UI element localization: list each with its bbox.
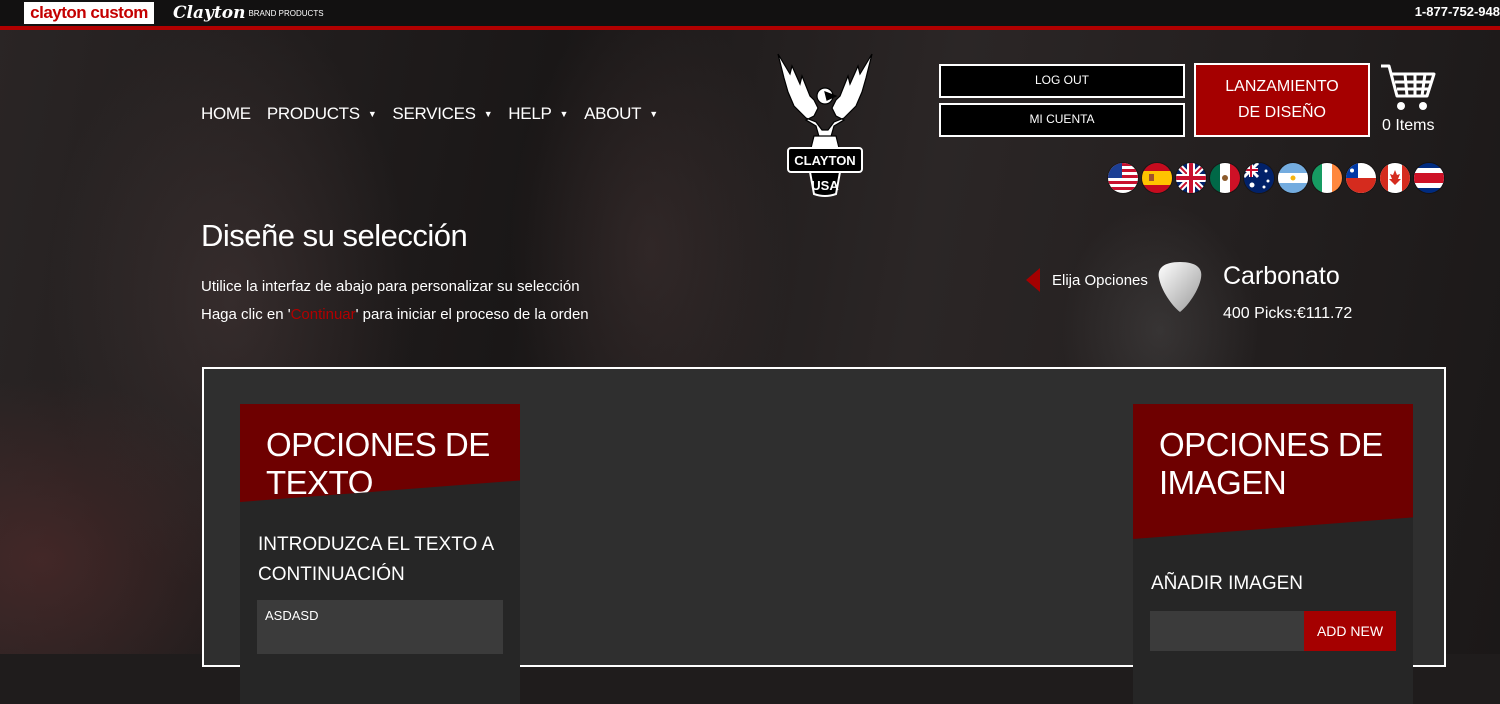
language-flags bbox=[1108, 163, 1444, 193]
image-file-input[interactable] bbox=[1150, 611, 1304, 651]
back-arrow-icon[interactable] bbox=[1026, 268, 1040, 292]
logo-name-text: CLAYTON bbox=[794, 153, 855, 168]
intro-line-1: Utilice la interfaz de abajo para person… bbox=[201, 278, 580, 295]
caret-down-icon: ▼ bbox=[367, 109, 377, 119]
my-account-button[interactable]: MI CUENTA bbox=[939, 103, 1185, 137]
nav-help[interactable]: HELP ▼ bbox=[508, 104, 568, 124]
caret-down-icon: ▼ bbox=[483, 109, 493, 119]
launch-line2: DE DISEÑO bbox=[1237, 104, 1326, 121]
text-field-label-1: INTRODUZCA EL TEXTO A bbox=[258, 534, 495, 555]
cart-count: 0 Items bbox=[1382, 117, 1435, 134]
image-options-panel: OPCIONES DE IMAGEN AÑADIR IMAGEN ADD NEW bbox=[1133, 404, 1413, 704]
page-title: Diseñe su selección bbox=[201, 218, 468, 253]
continue-link[interactable]: Continuar bbox=[291, 306, 356, 323]
chile-flag-icon[interactable] bbox=[1346, 163, 1376, 193]
custom-text-input[interactable]: ASDASD bbox=[257, 600, 503, 654]
ireland-flag-icon[interactable] bbox=[1312, 163, 1342, 193]
clayton-custom-logo[interactable]: clayton custom bbox=[24, 2, 154, 24]
clayton-brand-products-logo[interactable]: Clayton BRAND PRODUCTS bbox=[173, 3, 324, 23]
nav-about-label: ABOUT bbox=[584, 104, 642, 123]
product-price: 400 Picks:€111.72 bbox=[1223, 305, 1353, 322]
shopping-cart[interactable]: 0 Items bbox=[1378, 62, 1438, 140]
canada-flag-icon[interactable] bbox=[1380, 163, 1410, 193]
text-options-heading: OPCIONES DE TEXTO bbox=[240, 404, 520, 502]
cart-icon bbox=[1381, 64, 1436, 110]
add-image-label: AÑADIR IMAGEN bbox=[1151, 573, 1304, 594]
image-options-heading-2: IMAGEN bbox=[1159, 464, 1287, 501]
spain-flag-icon[interactable] bbox=[1142, 163, 1172, 193]
phone-number[interactable]: 1-877-752-948 bbox=[1415, 4, 1500, 19]
intro-line-2-before: Haga clic en ' bbox=[201, 306, 291, 323]
argentina-flag-icon[interactable] bbox=[1278, 163, 1308, 193]
design-launch-button[interactable]: LANZAMIENTO DE DISEÑO bbox=[1194, 63, 1370, 137]
logout-button[interactable]: LOG OUT bbox=[939, 64, 1185, 98]
nav-home[interactable]: HOME bbox=[201, 104, 251, 124]
nav-about[interactable]: ABOUT ▼ bbox=[584, 104, 658, 124]
guitar-pick-icon bbox=[1156, 260, 1204, 314]
add-new-button[interactable]: ADD NEW bbox=[1304, 611, 1396, 651]
caret-down-icon: ▼ bbox=[649, 109, 658, 119]
image-options-heading-1: OPCIONES DE bbox=[1159, 426, 1383, 463]
logo-badge-text: USA bbox=[811, 178, 839, 193]
uk-flag-icon[interactable] bbox=[1176, 163, 1206, 193]
brand-script-text: Clayton bbox=[173, 3, 246, 23]
nav-products-label: PRODUCTS bbox=[266, 104, 360, 123]
design-panel: OPCIONES DE TEXTO INTRODUZCA EL TEXTO A … bbox=[202, 367, 1446, 704]
nav-home-label: HOME bbox=[201, 104, 251, 123]
australia-flag-icon[interactable] bbox=[1244, 163, 1274, 193]
top-bar: clayton custom Clayton BRAND PRODUCTS 1-8… bbox=[0, 0, 1500, 30]
nav-services[interactable]: SERVICES ▼ bbox=[392, 104, 492, 124]
nav-products[interactable]: PRODUCTS ▼ bbox=[267, 104, 377, 124]
add-image-row: ADD NEW bbox=[1150, 611, 1396, 651]
nav-services-label: SERVICES bbox=[392, 104, 476, 123]
intro-line-2: Haga clic en 'Continuar' para iniciar el… bbox=[201, 306, 589, 323]
mexico-flag-icon[interactable] bbox=[1210, 163, 1240, 193]
costa-rica-flag-icon[interactable] bbox=[1414, 163, 1444, 193]
nav-help-label: HELP bbox=[508, 104, 552, 123]
caret-down-icon: ▼ bbox=[559, 109, 569, 119]
eagle-icon: CLAYTON USA bbox=[777, 53, 873, 197]
product-name: Carbonato bbox=[1223, 262, 1340, 290]
intro-line-2-after: ' para iniciar el proceso de la orden bbox=[355, 306, 589, 323]
us-flag-icon[interactable] bbox=[1108, 163, 1138, 193]
launch-line1: LANZAMIENTO bbox=[1225, 78, 1339, 95]
image-options-heading: OPCIONES DE IMAGEN bbox=[1133, 404, 1413, 539]
main-nav: HOME PRODUCTS ▼ SERVICES ▼ HELP ▼ ABOUT ▼ bbox=[201, 104, 658, 124]
clayton-eagle-logo[interactable]: CLAYTON USA bbox=[770, 48, 880, 198]
brand-small-text: BRAND PRODUCTS bbox=[248, 8, 324, 18]
choose-options-link[interactable]: Elija Opciones bbox=[1052, 272, 1148, 289]
text-options-panel: OPCIONES DE TEXTO INTRODUZCA EL TEXTO A … bbox=[240, 404, 520, 704]
text-field-label-2: CONTINUACIÓN bbox=[258, 564, 405, 585]
